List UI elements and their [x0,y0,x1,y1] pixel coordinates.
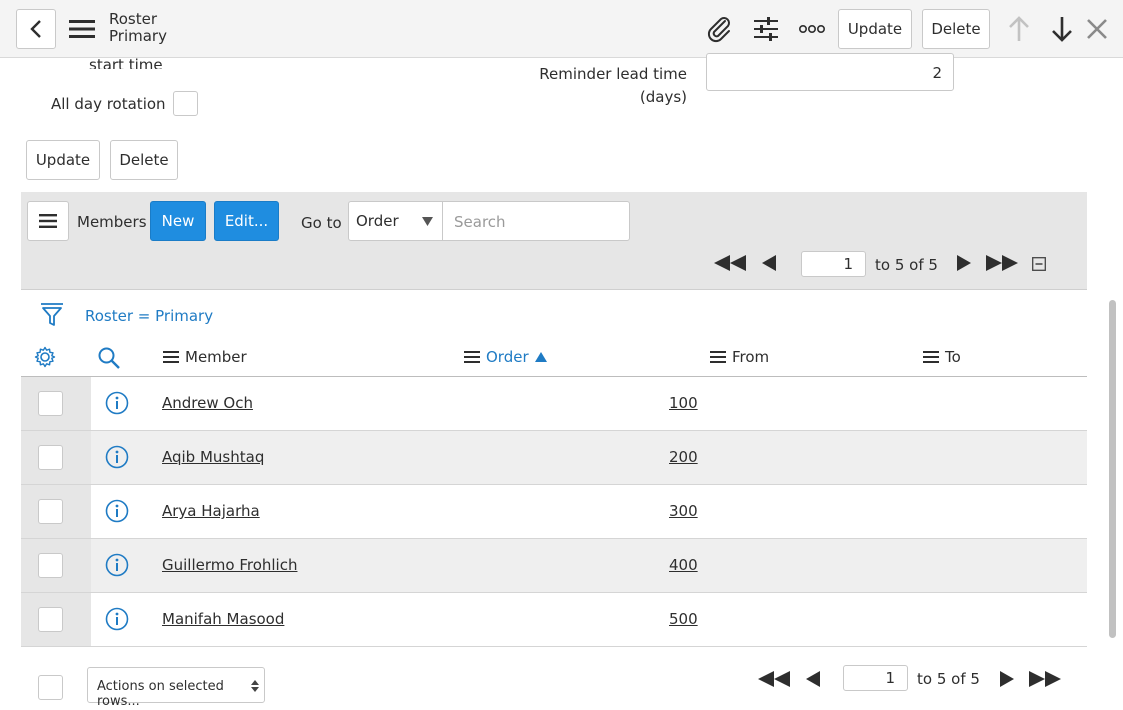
footer-previous-page-icon[interactable] [803,670,823,688]
list-menu-button[interactable] [27,201,69,241]
info-icon[interactable] [105,607,129,631]
order-link[interactable]: 500 [669,610,698,628]
info-icon[interactable] [105,391,129,415]
form-header: Roster Primary Update Delete [0,0,1123,58]
goto-selected-value: Order [356,212,399,230]
footer-next-page-icon[interactable] [997,670,1017,688]
search-placeholder: Search [454,213,506,231]
column-menu-icon[interactable] [710,351,726,363]
previous-page-icon[interactable] [759,254,779,272]
reminder-lead-time-value: 2 [932,64,942,82]
table-row: Aqib Mushtaq 200 [21,431,1087,485]
row-checkbox[interactable] [38,391,63,416]
order-link[interactable]: 200 [669,448,698,466]
page-scrollbar-thumb[interactable] [1109,300,1116,638]
goto-label: Go to [301,214,342,232]
header-update-button[interactable]: Update [838,9,912,49]
info-icon[interactable] [105,553,129,577]
column-header-member[interactable]: Member [163,348,247,366]
row-checkbox[interactable] [38,445,63,470]
form-delete-button[interactable]: Delete [110,140,178,180]
row-checkbox[interactable] [38,499,63,524]
row-checkbox[interactable] [38,607,63,632]
list-title: Members [77,213,147,231]
order-link[interactable]: 400 [669,556,698,574]
footer-page-number-input[interactable]: 1 [843,665,908,691]
footer-last-page-icon[interactable] [1028,670,1062,688]
reminder-lead-time-label: Reminder lead time (days) [500,63,687,109]
reminder-label-line2: (days) [639,88,687,106]
sort-ascending-icon [534,352,547,362]
close-icon[interactable] [1083,15,1111,43]
column-menu-icon[interactable] [464,351,480,363]
member-link[interactable]: Guillermo Frohlich [162,556,297,574]
footer-page-range-text: to 5 of 5 [917,670,980,688]
list-menu-icon [39,214,57,228]
search-input[interactable]: Search [442,201,630,241]
goto-field-select[interactable]: Order [348,201,443,241]
dropdown-arrow-icon [422,217,433,226]
table-row: Manifah Masood 500 [21,593,1087,647]
chevron-left-icon [30,20,41,38]
menu-icon[interactable] [68,17,96,41]
title-record: Primary [109,27,167,45]
first-page-icon[interactable] [713,254,747,272]
column-label-member: Member [185,348,247,366]
column-menu-icon[interactable] [163,351,179,363]
form-update-button[interactable]: Update [26,140,100,180]
all-day-rotation-label: All day rotation [51,95,166,113]
next-page-icon[interactable] [954,254,974,272]
column-label-to: To [945,348,961,366]
column-search-icon[interactable] [96,345,122,371]
select-all-checkbox[interactable] [38,675,63,700]
actions-select-label: Actions on selected rows... [97,679,224,709]
title-table: Roster [109,10,158,28]
column-header-from[interactable]: From [710,348,769,366]
all-day-rotation-checkbox[interactable] [173,91,198,116]
order-link[interactable]: 100 [669,394,698,412]
column-header-to[interactable]: To [923,348,961,366]
column-header-order[interactable]: Order [464,348,547,366]
table-row: Andrew Och 100 [21,377,1087,431]
next-record-arrow-icon[interactable] [1047,14,1077,44]
list-personalize-gear-icon[interactable] [33,345,57,369]
page-number-input[interactable]: 1 [801,251,866,277]
filter-breadcrumb[interactable]: Roster = Primary [85,307,213,325]
info-icon[interactable] [105,499,129,523]
member-link[interactable]: Andrew Och [162,394,253,412]
select-updown-icon [251,680,259,692]
reminder-label-line1: Reminder lead time [539,65,687,83]
edit-button[interactable]: Edit... [214,201,279,241]
paperclip-icon[interactable] [704,14,734,44]
page-range-text: to 5 of 5 [875,256,938,274]
more-options-icon[interactable] [797,14,827,44]
new-button[interactable]: New [150,201,206,241]
member-link[interactable]: Aqib Mushtaq [162,448,264,466]
member-link[interactable]: Manifah Masood [162,610,284,628]
collapse-list-icon[interactable] [1031,256,1047,272]
member-link[interactable]: Arya Hajarha [162,502,260,520]
filter-funnel-icon[interactable] [39,301,65,329]
footer-first-page-icon[interactable] [757,670,791,688]
last-page-icon[interactable] [985,254,1019,272]
members-list-toolbar: Members New Edit... Go to Order Search 1… [21,192,1087,290]
record-title: Roster Primary [109,11,167,45]
back-button[interactable] [16,9,56,49]
settings-sliders-icon[interactable] [751,14,781,44]
column-label-order: Order [486,348,529,366]
previous-record-arrow-icon[interactable] [1004,14,1034,44]
row-checkbox[interactable] [38,553,63,578]
actions-select[interactable]: Actions on selected rows... [87,667,265,709]
table-row: Guillermo Frohlich 400 [21,539,1087,593]
table-row: Arya Hajarha 300 [21,485,1087,539]
info-icon[interactable] [105,445,129,469]
header-delete-button[interactable]: Delete [922,9,990,49]
column-menu-icon[interactable] [923,351,939,363]
column-label-from: From [732,348,770,366]
reminder-lead-time-input[interactable]: 2 [706,53,954,91]
order-link[interactable]: 300 [669,502,698,520]
